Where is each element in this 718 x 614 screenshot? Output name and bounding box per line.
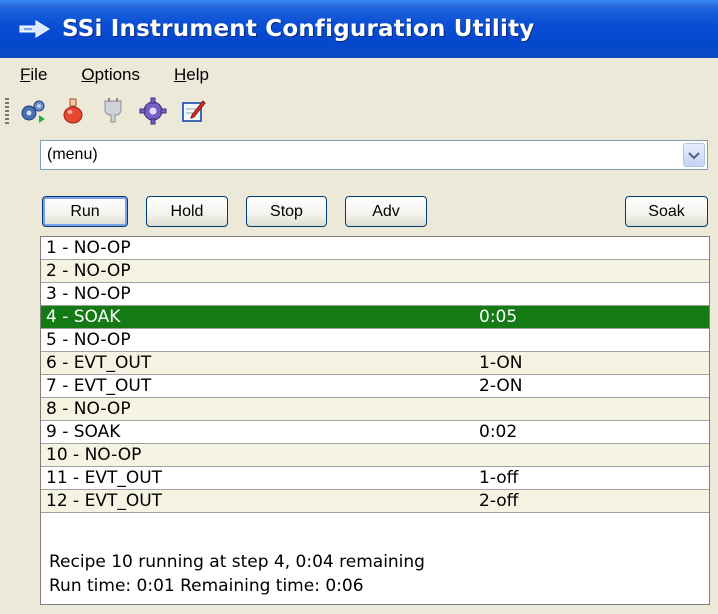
list-item[interactable]: 9 - SOAK 0:02 [41,421,709,444]
title-bar: SSi Instrument Configuration Utility [0,0,718,58]
step-label: 1 - NO-OP [46,238,131,258]
window-title: SSi Instrument Configuration Utility [62,16,535,42]
list-item[interactable]: 6 - EVT_OUT 1-ON [41,352,709,375]
step-label: 12 - EVT_OUT [46,491,163,511]
list-item[interactable]: 7 - EVT_OUT 2-ON [41,375,709,398]
list-item[interactable]: 3 - NO-OP [41,283,709,306]
list-item[interactable]: 5 - NO-OP [41,329,709,352]
step-label: 8 - NO-OP [46,399,131,419]
soak-button[interactable]: Soak [625,196,708,227]
recipe-step-list[interactable]: 1 - NO-OP 2 - NO-OP 3 - NO-OP 4 - SOAK 0:05 5… [40,236,710,605]
status-text: Recipe 10 running at step 4, 0:04 remain… [49,550,425,598]
step-label: 10 - NO-OP [46,445,142,465]
edit-document-icon[interactable] [177,96,209,126]
status-line-recipe: Recipe 10 running at step 4, 0:04 remain… [49,552,425,572]
hold-button[interactable]: Hold [146,196,228,227]
step-label: 9 - SOAK [46,422,121,442]
list-item[interactable]: 1 - NO-OP [41,237,709,260]
menu-selector[interactable]: (menu) [40,140,708,170]
step-label: 7 - EVT_OUT [46,376,152,396]
step-value: 2-off [479,491,519,511]
list-item[interactable]: 11 - EVT_OUT 1-off [41,467,709,490]
red-flask-icon[interactable] [57,96,89,126]
step-value: 0:02 [479,422,518,442]
menu-options[interactable]: Options [67,65,154,85]
step-label: 3 - NO-OP [46,284,131,304]
menu-bar: File Options Help [0,58,718,92]
toolbar-grip[interactable] [5,98,9,124]
list-item[interactable]: 4 - SOAK 0:05 [41,306,709,329]
menu-help[interactable]: Help [160,65,223,85]
list-item[interactable]: 10 - NO-OP [41,444,709,467]
step-value: 1-ON [479,353,523,373]
step-label: 6 - EVT_OUT [46,353,152,373]
purple-gear-icon[interactable] [137,96,169,126]
app-icon [19,20,50,38]
list-item[interactable]: 2 - NO-OP [41,260,709,283]
run-button[interactable]: Run [42,196,128,227]
adv-button[interactable]: Adv [345,196,427,227]
toolbar [0,92,718,130]
step-label: 11 - EVT_OUT [46,468,163,488]
stop-button[interactable]: Stop [246,196,327,227]
step-label: 2 - NO-OP [46,261,131,281]
gray-plug-icon[interactable] [97,96,129,126]
step-value: 1-off [479,468,519,488]
menu-selector-value: (menu) [47,146,98,163]
step-label: 4 - SOAK [46,307,121,327]
step-label: 5 - NO-OP [46,330,131,350]
menu-file[interactable]: File [6,65,61,85]
step-value: 0:05 [479,307,518,327]
status-line-times: Run time: 0:01 Remaining time: 0:06 [49,576,364,596]
chevron-down-icon[interactable] [683,143,705,167]
list-item[interactable]: 12 - EVT_OUT 2-off [41,490,709,513]
gears-icon[interactable] [17,96,49,126]
list-item[interactable]: 8 - NO-OP [41,398,709,421]
step-value: 2-ON [479,376,523,396]
